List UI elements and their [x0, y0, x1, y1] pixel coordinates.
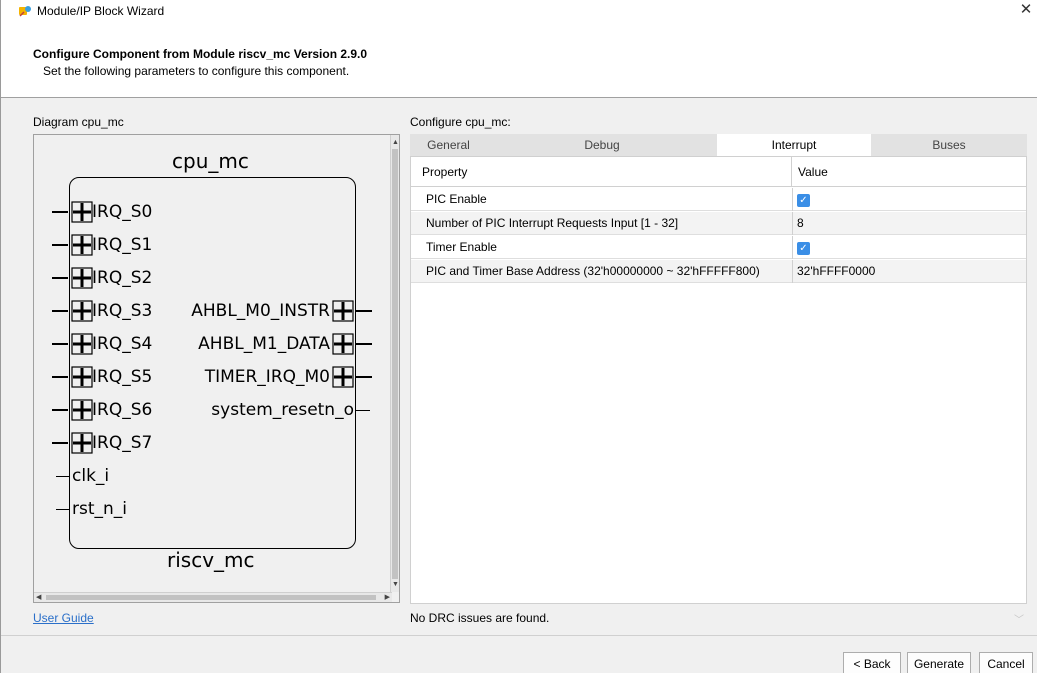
port-label: AHBL_M0_INSTR — [191, 301, 330, 321]
column-header-value: Value — [798, 165, 828, 179]
wizard-header: Configure Component from Module riscv_mc… — [1, 22, 1037, 98]
table-row[interactable]: Number of PIC Interrupt Requests Input [… — [411, 212, 1026, 235]
port-label: IRQ_S0 — [92, 202, 153, 222]
property-name: PIC and Timer Base Address (32'h00000000… — [426, 264, 760, 278]
table-row[interactable]: PIC Enable ✓ — [411, 188, 1026, 211]
tab-debug[interactable]: Debug — [487, 134, 717, 156]
port-pin — [52, 442, 68, 444]
base-address-value[interactable]: 32'hFFFF0000 — [797, 260, 1026, 283]
scroll-up-icon[interactable]: ▲ — [392, 139, 399, 146]
port-pin — [56, 476, 70, 477]
cancel-button[interactable]: Cancel — [979, 652, 1033, 673]
port-pin — [356, 310, 372, 312]
config-tabs: General Debug Interrupt Buses — [410, 134, 1027, 156]
port-label: AHBL_M1_DATA — [198, 334, 330, 354]
port-pin — [52, 277, 68, 279]
port-label: IRQ_S1 — [92, 235, 153, 255]
port-label: system_resetn_o — [211, 400, 354, 420]
property-value[interactable]: ✓ — [797, 188, 1026, 211]
wizard-icon — [19, 6, 31, 17]
column-header-property: Property — [416, 157, 792, 187]
user-guide-link[interactable]: User Guide — [33, 611, 94, 625]
column-divider — [792, 260, 793, 283]
port-label: IRQ_S7 — [92, 433, 153, 453]
drc-status: No DRC issues are found. — [410, 611, 550, 625]
bus-port-icon[interactable] — [332, 366, 354, 388]
back-button[interactable]: < Back — [843, 652, 901, 673]
diagram-horizontal-scrollbar[interactable]: ◀ ▶ — [34, 592, 392, 602]
config-label: Configure cpu_mc: — [410, 115, 511, 129]
window-title: Module/IP Block Wizard — [37, 4, 165, 18]
header-title: Configure Component from Module riscv_mc… — [33, 47, 368, 61]
module-name: riscv_mc — [167, 548, 255, 572]
timer-enable-checkbox[interactable]: ✓ — [797, 242, 810, 255]
port-pin — [356, 410, 370, 411]
bus-port-icon[interactable] — [71, 432, 93, 454]
port-pin — [56, 509, 70, 510]
port-pin — [356, 376, 372, 378]
bus-port-icon[interactable] — [71, 300, 93, 322]
bus-port-icon[interactable] — [71, 366, 93, 388]
property-name: Timer Enable — [426, 240, 497, 254]
port-label: clk_i — [72, 466, 110, 486]
bus-port-icon[interactable] — [332, 333, 354, 355]
property-value[interactable]: ✓ — [797, 236, 1026, 259]
port-label: IRQ_S3 — [92, 301, 153, 321]
column-divider — [792, 188, 793, 211]
close-button[interactable]: ✕ — [1016, 0, 1036, 20]
property-name: Number of PIC Interrupt Requests Input [… — [426, 216, 679, 230]
check-icon: ✓ — [799, 243, 808, 254]
bus-port-icon[interactable] — [71, 234, 93, 256]
port-pin — [356, 343, 372, 345]
diagram-vertical-scrollbar[interactable]: ▲ ▼ — [390, 135, 399, 592]
port-pin — [52, 310, 68, 312]
scroll-thumb[interactable] — [46, 595, 376, 600]
chevron-down-icon[interactable]: ﹀ — [1014, 611, 1024, 626]
bus-port-icon[interactable] — [71, 399, 93, 421]
bus-port-icon[interactable] — [71, 201, 93, 223]
port-pin — [52, 409, 68, 411]
port-label: IRQ_S5 — [92, 367, 153, 387]
component-name: cpu_mc — [172, 149, 249, 173]
scroll-right-icon[interactable]: ▶ — [385, 593, 390, 601]
property-table: Property Value PIC Enable ✓ Number of PI… — [410, 156, 1027, 604]
port-pin — [52, 343, 68, 345]
bus-port-icon[interactable] — [71, 333, 93, 355]
table-row[interactable]: PIC and Timer Base Address (32'h00000000… — [411, 260, 1026, 283]
component-box — [69, 177, 356, 549]
component-diagram: cpu_mc riscv_mc IRQ_S0 IRQ_S1 IRQ_S2 IRQ_S3… — [34, 135, 392, 593]
port-pin — [52, 211, 68, 213]
pic-enable-checkbox[interactable]: ✓ — [797, 194, 810, 207]
port-label: IRQ_S6 — [92, 400, 153, 420]
scroll-down-icon[interactable]: ▼ — [392, 581, 399, 588]
diagram-label: Diagram cpu_mc — [33, 115, 124, 129]
diagram-panel: cpu_mc riscv_mc IRQ_S0 IRQ_S1 IRQ_S2 IRQ_S3… — [33, 134, 400, 603]
port-pin — [52, 244, 68, 246]
port-label: IRQ_S2 — [92, 268, 153, 288]
header-subtitle: Set the following parameters to configur… — [43, 64, 350, 78]
port-pin — [52, 376, 68, 378]
scroll-left-icon[interactable]: ◀ — [36, 593, 41, 601]
tab-general[interactable]: General — [410, 134, 487, 156]
column-divider — [792, 212, 793, 235]
footer-divider — [1, 635, 1037, 636]
table-header: Property Value — [411, 157, 1026, 187]
wizard-window: Module/IP Block Wizard ✕ Configure Compo… — [0, 0, 1037, 673]
generate-button[interactable]: Generate — [907, 652, 971, 673]
check-icon: ✓ — [799, 195, 808, 206]
port-label: IRQ_S4 — [92, 334, 153, 354]
port-label: rst_n_i — [72, 499, 128, 519]
column-divider — [792, 236, 793, 259]
bus-port-icon[interactable] — [332, 300, 354, 322]
pic-requests-value[interactable]: 8 — [797, 212, 1026, 235]
tab-buses[interactable]: Buses — [871, 134, 1027, 156]
bus-port-icon[interactable] — [71, 267, 93, 289]
tab-interrupt[interactable]: Interrupt — [717, 134, 871, 156]
table-row[interactable]: Timer Enable ✓ — [411, 236, 1026, 259]
property-name: PIC Enable — [426, 192, 487, 206]
port-label: TIMER_IRQ_M0 — [204, 367, 330, 387]
scroll-thumb[interactable] — [392, 149, 398, 579]
title-bar: Module/IP Block Wizard ✕ — [1, 0, 1037, 22]
